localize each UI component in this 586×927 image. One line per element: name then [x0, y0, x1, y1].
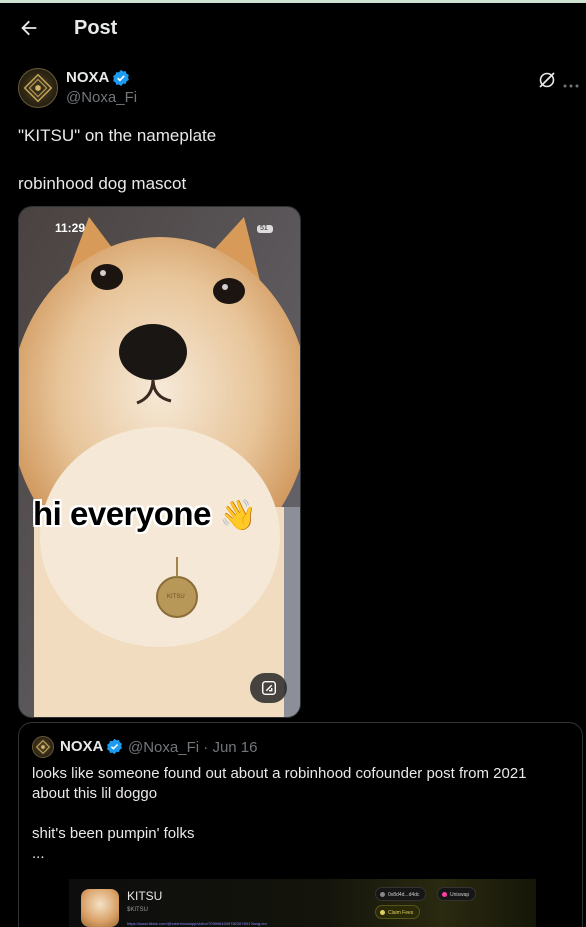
author-handle[interactable]: @Noxa_Fi	[66, 89, 137, 106]
page-title: Post	[74, 17, 118, 39]
address-pill: 0x8d4d...d4dc	[375, 887, 427, 901]
author-name[interactable]: NOXA	[66, 69, 109, 86]
media-caption-text: hi everyone	[33, 495, 211, 532]
grok-icon[interactable]	[537, 70, 557, 90]
back-arrow-icon[interactable]	[18, 17, 40, 39]
verified-badge-icon	[112, 69, 130, 87]
media-nameplate-text: KITSU	[167, 594, 185, 600]
uniswap-pill-label: Uniswap	[450, 892, 470, 898]
more-options-icon[interactable]	[563, 76, 579, 88]
address-pill-label: 0x8d4d...d4dc	[388, 892, 420, 898]
quoted-post-text: looks like someone found out about a rob…	[32, 765, 527, 862]
media-battery-text: 51	[260, 225, 268, 232]
author-avatar[interactable]	[18, 68, 58, 108]
claim-fees-label: Claim Fees	[388, 910, 414, 916]
meta-separator: ·	[203, 739, 209, 756]
alt-text-button[interactable]	[250, 673, 287, 703]
claim-fees-pill: Claim Fees	[375, 905, 421, 919]
media-caption: hi everyone 👋	[33, 495, 257, 533]
quoted-media-preview: KITSU $KITSU https://www.tiktok.com/@rob…	[69, 879, 536, 927]
uniswap-icon	[442, 892, 447, 897]
token-name: KITSU	[127, 889, 163, 903]
quoted-author-meta: @Noxa_Fi · Jun 16	[128, 739, 257, 756]
dog-image	[19, 207, 300, 717]
page-header: Post	[0, 3, 586, 55]
media-status-time: 11:29	[55, 221, 86, 235]
copy-icon	[380, 892, 385, 897]
quoted-post-card[interactable]: NOXA @Noxa_Fi · Jun 16 looks like someon…	[18, 722, 583, 927]
token-avatar	[81, 889, 119, 927]
uniswap-pill: Uniswap	[437, 887, 477, 901]
post-media-video[interactable]: 11:29 hi everyone 👋 KITSU 51	[18, 206, 301, 718]
waving-hand-emoji: 👋	[219, 499, 257, 532]
quoted-post-date: Jun 16	[212, 739, 258, 756]
claim-icon	[380, 910, 385, 915]
alt-text-icon	[261, 680, 276, 696]
quoted-verified-badge-icon	[106, 738, 123, 755]
token-source-url: https://www.tiktok.com/@robinhoodapp/vid…	[127, 921, 267, 926]
post-text: "KITSU" on the nameplate robinhood dog m…	[18, 126, 217, 193]
token-ticker: $KITSU	[127, 907, 149, 913]
quoted-author-name: NOXA	[60, 738, 104, 755]
quoted-author-handle: @Noxa_Fi	[128, 739, 200, 756]
quoted-author-avatar	[32, 736, 54, 758]
